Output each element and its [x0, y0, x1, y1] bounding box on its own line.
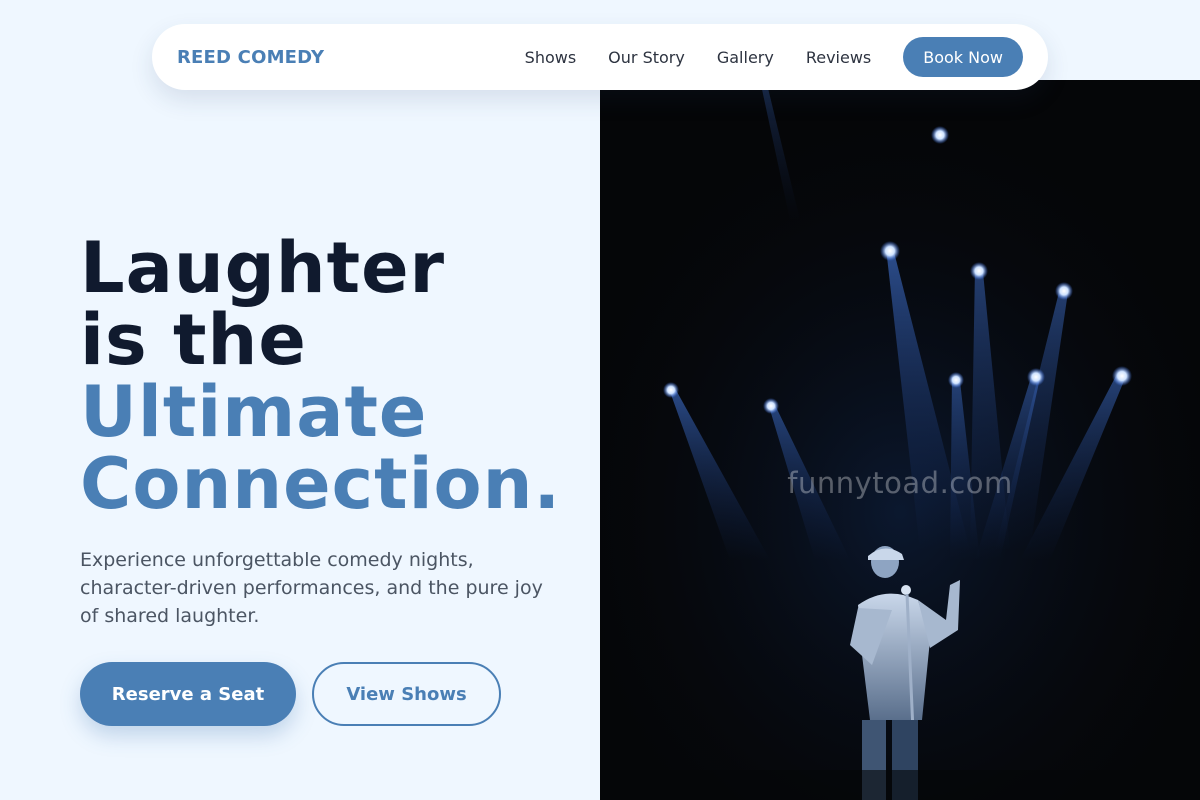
hero-lead-text: Experience unforgettable comedy nights, … [80, 549, 543, 627]
hero-headline: Laughter is the Ultimate Connection. [80, 232, 561, 520]
nav-link-gallery[interactable]: Gallery [717, 48, 774, 67]
stage-photo-illustration [600, 80, 1200, 800]
brand-logo[interactable]: REED COMEDY [177, 47, 324, 68]
reserve-seat-button[interactable]: Reserve a Seat [80, 662, 296, 726]
view-shows-button[interactable]: View Shows [312, 662, 501, 726]
top-navigation: REED COMEDY Shows Our Story Gallery Revi… [152, 24, 1048, 90]
nav-link-our-story[interactable]: Our Story [608, 48, 685, 67]
nav-link-shows[interactable]: Shows [525, 48, 577, 67]
nav-link-reviews[interactable]: Reviews [806, 48, 871, 67]
hero-photo: funnytoad.com [600, 80, 1200, 800]
headline-line-3: Ultimate [80, 371, 428, 453]
book-now-button[interactable]: Book Now [903, 37, 1023, 77]
nav-links: Shows Our Story Gallery Reviews Book Now [525, 37, 1023, 77]
headline-line-1: Laughter [80, 227, 446, 309]
headline-line-2: is the [80, 299, 307, 381]
headline-line-4: Connection. [80, 443, 562, 525]
image-watermark: funnytoad.com [787, 466, 1013, 500]
